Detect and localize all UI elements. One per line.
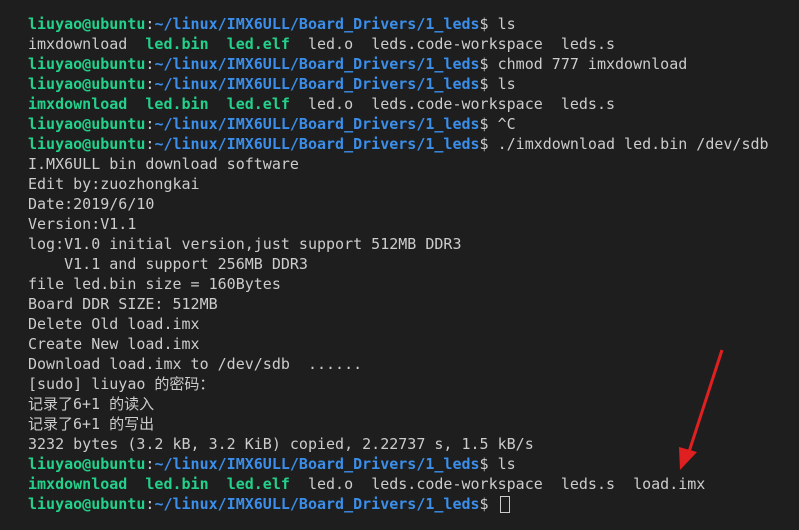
terminal-window[interactable]: liuyao@ubuntu:~/linux/IMX6ULL/Board_Driv… — [0, 0, 799, 530]
arrow-shaft — [686, 349, 724, 456]
red-arrow-annotation — [679, 349, 724, 470]
arrow-head — [679, 447, 697, 470]
